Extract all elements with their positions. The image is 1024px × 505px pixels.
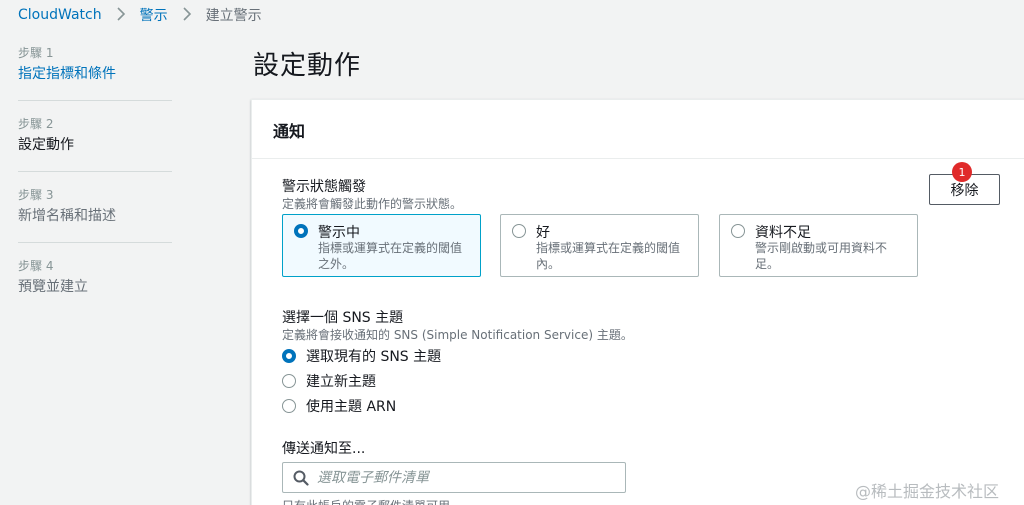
radio-empty-icon: [731, 224, 745, 238]
divider: [18, 171, 172, 172]
tile-title: 警示中: [318, 225, 360, 241]
tile-ok[interactable]: 好 指標或運算式在定義的閾值內。: [500, 214, 699, 277]
divider: [18, 100, 172, 101]
chevron-right-icon: [182, 6, 192, 25]
step-number: 步驟 3: [18, 188, 54, 202]
breadcrumb-alarms[interactable]: 警示: [140, 5, 168, 25]
email-list-input[interactable]: [317, 467, 617, 489]
radio-label: 選取現有的 SNS 主題: [306, 349, 442, 365]
breadcrumb: CloudWatch 警示 建立警示: [18, 4, 262, 26]
send-to-hint: 只有此帳戶的電子郵件清單可用。: [282, 497, 462, 505]
sns-topic-label: 選擇一個 SNS 主題: [282, 310, 404, 326]
search-icon: [293, 470, 309, 486]
radio-topic-arn[interactable]: 使用主題 ARN: [282, 397, 396, 415]
radio-empty-icon: [282, 399, 296, 413]
radio-label: 建立新主題: [306, 374, 376, 390]
radio-label: 使用主題 ARN: [306, 399, 397, 415]
step-3: 步驟 3 新增名稱和描述: [18, 188, 172, 259]
step-number: 步驟 1: [18, 46, 54, 60]
step-number: 步驟 2: [18, 117, 54, 131]
chevron-right-icon: [116, 6, 126, 25]
divider: [18, 242, 172, 243]
sns-topic-desc: 定義將會接收通知的 SNS (Simple Notification Servi…: [282, 328, 633, 342]
tile-insufficient-data[interactable]: 資料不足 警示剛啟動或可用資料不足。: [719, 214, 918, 277]
breadcrumb-current: 建立警示: [205, 8, 262, 24]
watermark: @稀土掘金技术社区: [855, 482, 1000, 501]
step-label-preview: 預覽並建立: [18, 279, 88, 295]
step-link-metric[interactable]: 指定指標和條件: [18, 64, 172, 84]
page-title: 設定動作: [253, 51, 362, 81]
radio-new-topic[interactable]: 建立新主題: [282, 372, 376, 390]
step-label-actions: 設定動作: [18, 137, 74, 153]
radio-existing-topic[interactable]: 選取現有的 SNS 主題: [282, 347, 441, 365]
wizard-steps: 步驟 1 指定指標和條件 步驟 2 設定動作 步驟 3 新增名稱和描述 步驟 4…: [18, 46, 172, 330]
tile-desc: 警示剛啟動或可用資料不足。: [755, 241, 888, 271]
send-to-label: 傳送通知至...: [282, 441, 366, 457]
radio-empty-icon: [512, 224, 526, 238]
tile-in-alarm[interactable]: 警示中 指標或運算式在定義的閾值之外。: [282, 214, 481, 277]
panel-title: 通知: [252, 100, 1024, 159]
step-label-name: 新增名稱和描述: [18, 208, 116, 224]
tile-title: 好: [536, 225, 550, 241]
step-number: 步驟 4: [18, 259, 54, 273]
radio-selected-icon: [294, 224, 308, 238]
tile-desc: 指標或運算式在定義的閾值之外。: [318, 241, 463, 271]
step-1: 步驟 1 指定指標和條件: [18, 46, 172, 117]
notification-panel: 通知: [251, 99, 1024, 505]
annotation-badge: 1: [952, 162, 972, 182]
radio-selected-icon: [282, 349, 296, 363]
breadcrumb-cloudwatch[interactable]: CloudWatch: [18, 7, 102, 23]
step-2: 步驟 2 設定動作: [18, 117, 172, 188]
step-4: 步驟 4 預覽並建立: [18, 259, 172, 330]
radio-empty-icon: [282, 374, 296, 388]
alarm-state-label: 警示狀態觸發: [282, 179, 366, 195]
tile-desc: 指標或運算式在定義的閾值內。: [536, 241, 681, 271]
email-list-select[interactable]: [282, 462, 626, 493]
alarm-state-desc: 定義將會觸發此動作的警示狀態。: [282, 197, 463, 211]
tile-title: 資料不足: [755, 225, 811, 241]
